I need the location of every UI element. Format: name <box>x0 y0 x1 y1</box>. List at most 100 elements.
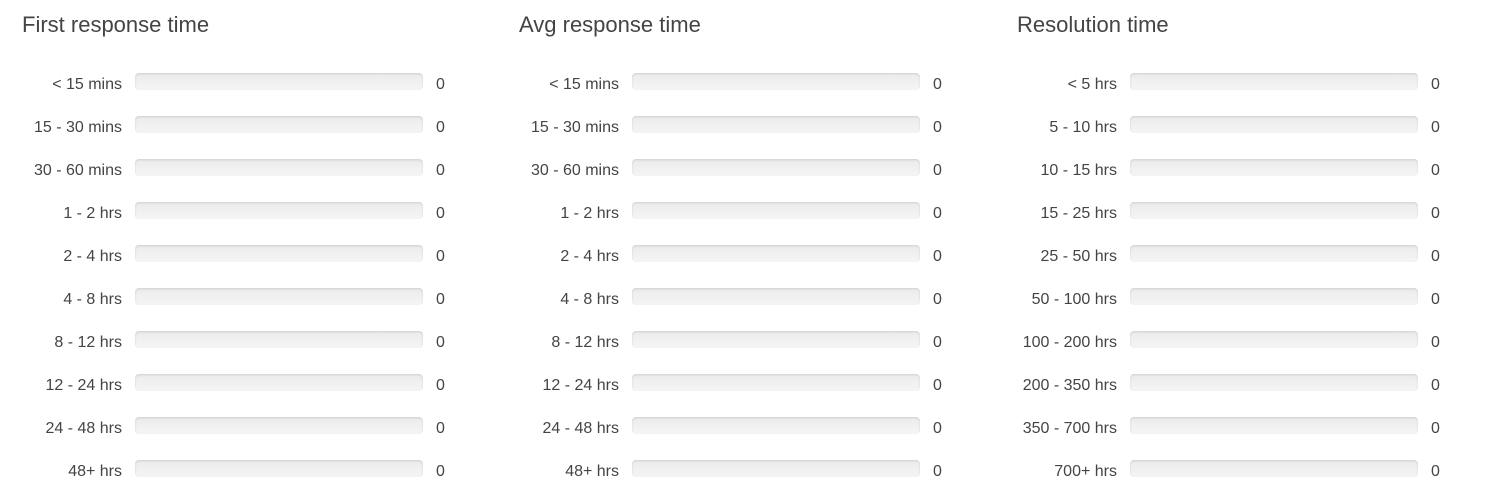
row-count: 0 <box>436 248 445 265</box>
progress-bar <box>632 374 920 391</box>
panel-avg-response-time: Avg response time < 15 mins 0 15 - 30 mins… <box>497 0 967 500</box>
progress-bar <box>135 245 423 262</box>
row-label: 8 - 12 hrs <box>551 334 619 351</box>
row-label: 350 - 700 hrs <box>1022 420 1117 437</box>
progress-bar <box>1130 116 1418 133</box>
metric-row: 30 - 60 mins 0 <box>0 159 470 202</box>
row-label: 8 - 12 hrs <box>54 334 122 351</box>
metric-row: < 15 mins 0 <box>0 73 470 116</box>
row-label: 30 - 60 mins <box>530 162 619 179</box>
row-count: 0 <box>1431 291 1440 308</box>
row-count: 0 <box>933 334 942 351</box>
row-label: 2 - 4 hrs <box>560 248 619 265</box>
metric-row: 25 - 50 hrs 0 <box>995 245 1465 288</box>
row-label: 4 - 8 hrs <box>63 291 122 308</box>
row-label: 12 - 24 hrs <box>542 377 619 394</box>
metric-row: 1 - 2 hrs 0 <box>0 202 470 245</box>
metric-row: 30 - 60 mins 0 <box>497 159 967 202</box>
progress-bar <box>135 288 423 305</box>
progress-bar <box>632 73 920 90</box>
row-count: 0 <box>933 291 942 308</box>
row-count: 0 <box>1431 377 1440 394</box>
panel-title: First response time <box>22 12 210 37</box>
row-label: 15 - 25 hrs <box>1040 205 1117 222</box>
row-count: 0 <box>436 291 445 308</box>
progress-bar <box>1130 288 1418 305</box>
row-count: 0 <box>436 420 445 437</box>
progress-bar <box>1130 331 1418 348</box>
panel-rows: < 5 hrs 0 5 - 10 hrs 0 10 - 15 hrs 0 15 - 25 h… <box>995 73 1465 503</box>
row-label: < 15 mins <box>549 76 619 93</box>
row-count: 0 <box>436 162 445 179</box>
metric-row: 2 - 4 hrs 0 <box>0 245 470 288</box>
progress-bar <box>1130 460 1418 477</box>
row-count: 0 <box>1431 248 1440 265</box>
row-label: 30 - 60 mins <box>33 162 122 179</box>
row-count: 0 <box>436 205 445 222</box>
metric-row: 5 - 10 hrs 0 <box>995 116 1465 159</box>
row-label: 50 - 100 hrs <box>1031 291 1117 308</box>
row-label: 48+ hrs <box>68 463 122 480</box>
row-label: < 15 mins <box>52 76 122 93</box>
row-count: 0 <box>933 205 942 222</box>
row-label: 1 - 2 hrs <box>63 205 122 222</box>
row-count: 0 <box>436 377 445 394</box>
row-count: 0 <box>436 119 445 136</box>
row-label: 5 - 10 hrs <box>1049 119 1117 136</box>
metric-row: 4 - 8 hrs 0 <box>0 288 470 331</box>
metric-row: 50 - 100 hrs 0 <box>995 288 1465 331</box>
metric-row: 100 - 200 hrs 0 <box>995 331 1465 374</box>
row-count: 0 <box>933 76 942 93</box>
row-count: 0 <box>933 119 942 136</box>
progress-bar <box>632 202 920 219</box>
metric-row: 700+ hrs 0 <box>995 460 1465 503</box>
progress-bar <box>632 288 920 305</box>
progress-bar <box>632 417 920 434</box>
metric-row: < 15 mins 0 <box>497 73 967 116</box>
row-label: 4 - 8 hrs <box>560 291 619 308</box>
metric-row: 48+ hrs 0 <box>497 460 967 503</box>
row-count: 0 <box>1431 162 1440 179</box>
row-count: 0 <box>1431 205 1440 222</box>
panel-title: Resolution time <box>1017 12 1169 37</box>
progress-bar <box>1130 202 1418 219</box>
row-count: 0 <box>933 248 942 265</box>
progress-bar <box>632 159 920 176</box>
panel-first-response-time: First response time < 15 mins 0 15 - 30 mi… <box>0 0 470 500</box>
progress-bar <box>1130 73 1418 90</box>
row-count: 0 <box>933 463 942 480</box>
progress-bar <box>632 460 920 477</box>
progress-bar <box>135 417 423 434</box>
row-label: 24 - 48 hrs <box>45 420 122 437</box>
progress-bar <box>632 245 920 262</box>
progress-bar <box>1130 417 1418 434</box>
metric-row: 15 - 30 mins 0 <box>497 116 967 159</box>
metric-row: 15 - 25 hrs 0 <box>995 202 1465 245</box>
row-count: 0 <box>436 334 445 351</box>
row-label: < 5 hrs <box>1067 76 1117 93</box>
row-label: 15 - 30 mins <box>33 119 122 136</box>
metric-row: 24 - 48 hrs 0 <box>497 417 967 460</box>
metric-row: 350 - 700 hrs 0 <box>995 417 1465 460</box>
metric-row: 200 - 350 hrs 0 <box>995 374 1465 417</box>
metrics-panels: First response time < 15 mins 0 15 - 30 mi… <box>0 0 1500 500</box>
metric-row: 10 - 15 hrs 0 <box>995 159 1465 202</box>
progress-bar <box>135 73 423 90</box>
row-count: 0 <box>1431 463 1440 480</box>
progress-bar <box>632 331 920 348</box>
row-label: 2 - 4 hrs <box>63 248 122 265</box>
progress-bar <box>135 331 423 348</box>
row-count: 0 <box>436 76 445 93</box>
row-label: 12 - 24 hrs <box>45 377 122 394</box>
metric-row: < 5 hrs 0 <box>995 73 1465 116</box>
metric-row: 24 - 48 hrs 0 <box>0 417 470 460</box>
metric-row: 8 - 12 hrs 0 <box>497 331 967 374</box>
metric-row: 1 - 2 hrs 0 <box>497 202 967 245</box>
row-count: 0 <box>1431 76 1440 93</box>
metric-row: 8 - 12 hrs 0 <box>0 331 470 374</box>
panel-resolution-time: Resolution time < 5 hrs 0 5 - 10 hrs 0 10 - … <box>995 0 1465 500</box>
row-label: 1 - 2 hrs <box>560 205 619 222</box>
panel-rows: < 15 mins 0 15 - 30 mins 0 30 - 60 mins 0 1 - … <box>497 73 967 503</box>
row-count: 0 <box>933 420 942 437</box>
metric-row: 2 - 4 hrs 0 <box>497 245 967 288</box>
